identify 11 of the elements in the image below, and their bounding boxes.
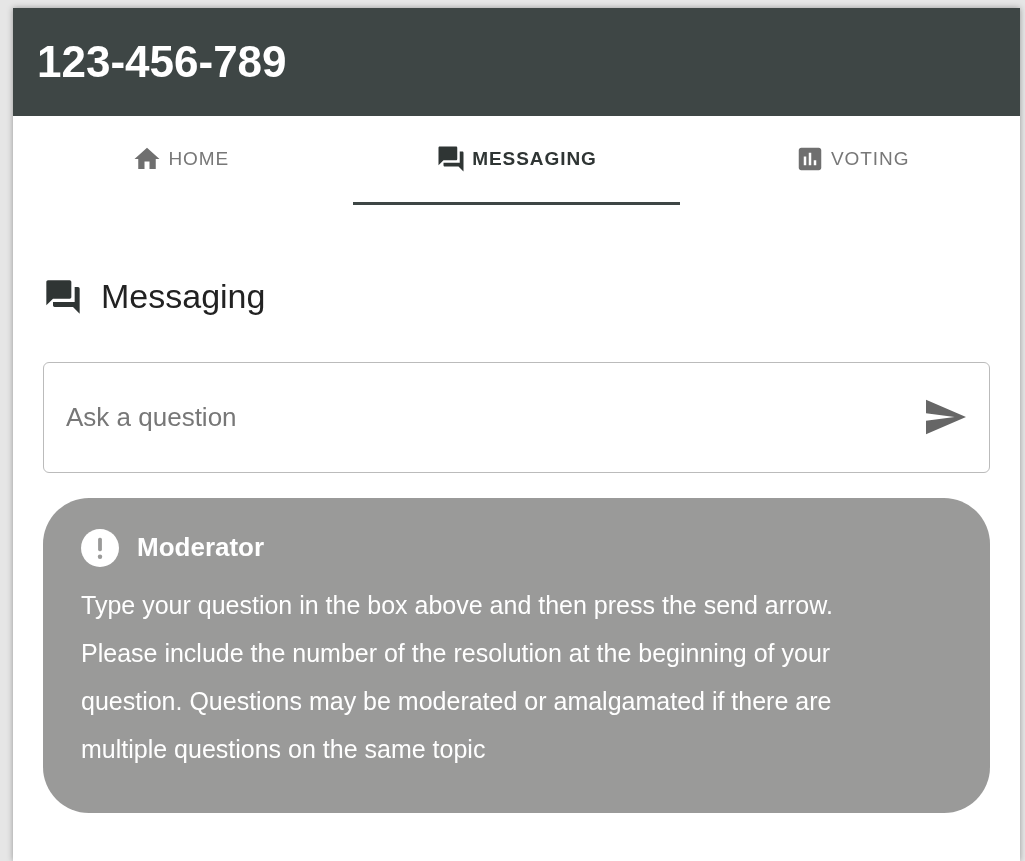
chat-icon [436,144,467,174]
account-number: 123-456-789 [37,36,287,88]
send-icon[interactable] [926,399,966,435]
exclamation-icon [81,528,119,567]
message-author: Moderator [137,531,265,564]
tab[interactable]: HOME [17,116,345,205]
tab[interactable]: MESSAGING [352,116,681,205]
message-text: Type your question in the box above and then press the send arrow. Please include the number of the resolution at the beginning of your question. Questions may be moderated or amalgamated if there are multiple questions on the same topic [81,590,834,765]
section-title: Messaging [101,276,266,317]
question-field[interactable]: Ask a question [43,362,990,473]
tab[interactable]: VOTING [688,116,1016,205]
